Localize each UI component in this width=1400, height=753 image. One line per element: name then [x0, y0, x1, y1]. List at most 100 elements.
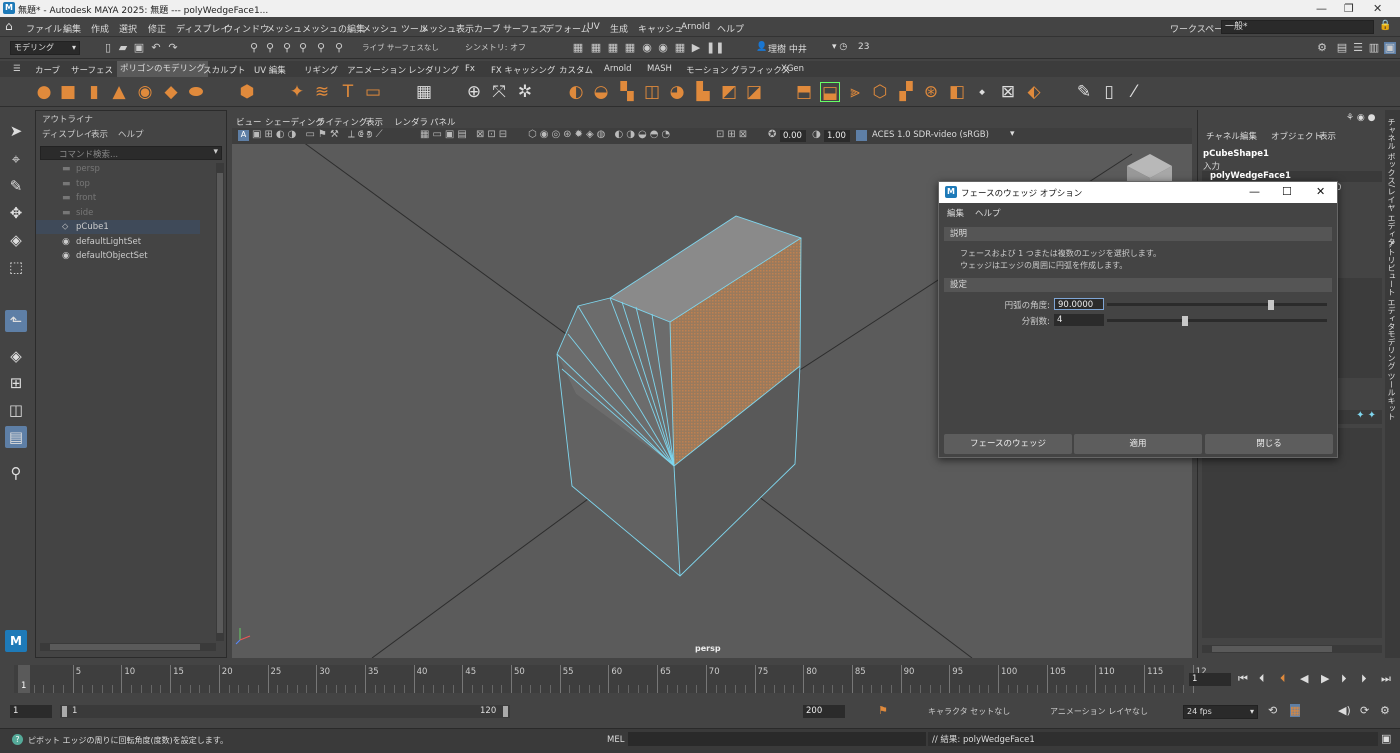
cb-menu-object[interactable]: オブジェクト — [1271, 130, 1322, 142]
center-pivot-icon[interactable]: ⊕ — [464, 82, 484, 102]
arc-angle-field[interactable]: 90.0000 — [1054, 298, 1104, 310]
menu-mesh-display[interactable]: メッシュ表示 — [420, 22, 474, 35]
outliner-item[interactable]: ◉ defaultObjectSet — [36, 249, 200, 263]
connect-icon[interactable]: ◧ — [947, 82, 967, 102]
shelf-tab-motion-graphics[interactable]: モーション グラフィックス — [686, 64, 790, 76]
poly-sphere-icon[interactable]: ● — [34, 82, 54, 102]
shelf-tab-fx-caching[interactable]: FX キャッシング — [491, 64, 555, 76]
render-settings-icon[interactable]: ▦ — [624, 42, 636, 54]
arnold-ipr-icon[interactable]: ▦ — [674, 42, 686, 54]
two-layout-icon[interactable]: ◫ — [5, 399, 27, 421]
clock-icon[interactable]: ▾ ◷ — [832, 42, 847, 52]
anim-layer-dropdown[interactable]: アニメーション レイヤなし — [1050, 706, 1148, 717]
step-back-key-icon[interactable]: ⏴ — [1280, 672, 1286, 686]
fill-hole-icon[interactable]: ◩ — [719, 82, 739, 102]
anim-start-field[interactable]: 1 — [10, 705, 52, 718]
delete-history-icon[interactable]: ✲ — [515, 82, 535, 102]
shading-icons[interactable]: ⬡◉◎⊛✹◈◍ ◐◑◒◓◔ — [528, 129, 673, 140]
dialog-minimize-button[interactable]: — — [1249, 185, 1260, 198]
target-weld-icon[interactable]: ⊛ — [921, 82, 941, 102]
vp-menu-panels[interactable]: パネル — [430, 116, 456, 128]
layer-new-icons[interactable]: ✦ ✦ — [1356, 410, 1376, 421]
colorspace-label[interactable]: ACES 1.0 SDR-video (sRGB) — [872, 130, 989, 140]
menu-curves[interactable]: カーブ — [474, 22, 500, 35]
dialog-close-icon[interactable]: ✕ — [1316, 185, 1325, 198]
edge-loop-icon[interactable]: ⬩ — [972, 82, 992, 102]
menu-mesh-tools[interactable]: メッシュ ツール — [362, 22, 428, 35]
rotate-tool-icon[interactable]: ◈ — [5, 229, 27, 251]
vp-menu-renderer[interactable]: レンダラ — [394, 116, 428, 128]
pause-render-icon[interactable]: ❚❚ — [706, 42, 724, 54]
menu-generate[interactable]: 生成 — [610, 22, 628, 35]
fps-dropdown[interactable]: 24 fps ▾ — [1183, 705, 1258, 719]
render-icon[interactable]: ▦ — [572, 42, 584, 54]
hypershade-icon[interactable]: ◉ — [641, 42, 653, 54]
select-by-object-icon[interactable]: ⚲ — [264, 42, 276, 54]
character-set-dropdown[interactable]: キャラクタ セットなし — [928, 706, 1010, 717]
separate-icon[interactable]: ◕ — [667, 82, 687, 102]
arc-angle-slider-handle[interactable] — [1267, 300, 1274, 310]
menuset-dropdown[interactable]: モデリング ▾ — [10, 41, 80, 55]
cb-shape-name[interactable]: pCubeShape1 — [1203, 149, 1269, 159]
isolate-icons[interactable]: ⊡⊞⊠ — [716, 129, 750, 140]
extract-icon[interactable]: ▙ — [693, 82, 713, 102]
last-tool-icon[interactable]: ⬑ — [5, 310, 27, 332]
close-button[interactable]: 閉じる — [1205, 434, 1333, 454]
vp-menu-view[interactable]: ビュー — [236, 116, 262, 128]
single-layout-icon[interactable]: ◈ — [5, 345, 27, 367]
smooth-icon[interactable]: ◐ — [566, 82, 586, 102]
symmetry-label[interactable]: シンメトリ: オフ — [465, 42, 526, 53]
shelf-tab-uv-editing[interactable]: UV 編集 — [254, 64, 286, 76]
menu-edit-mesh[interactable]: メッシュの編集 — [302, 22, 365, 35]
new-scene-icon[interactable]: ▯ — [102, 42, 114, 54]
outliner-item[interactable]: ▬ top — [36, 177, 200, 191]
shelf-tab-rigging[interactable]: リギング — [304, 64, 338, 76]
user-name[interactable]: 理樹 中井 — [768, 42, 807, 55]
close-window-button[interactable]: ✕ — [1373, 2, 1382, 15]
reduce-icon[interactable]: ◒ — [591, 82, 611, 102]
outliner-scrollbar[interactable] — [216, 163, 224, 641]
user-icon[interactable]: 👤 — [756, 42, 767, 52]
outliner-menu-help[interactable]: ヘルプ — [118, 128, 144, 140]
shelf-menu-icon[interactable]: ☰ — [13, 64, 21, 74]
lasso-tool-icon[interactable]: ⌖ — [5, 148, 27, 170]
search-icon[interactable]: ⚲ — [5, 462, 27, 484]
dialog-menu-help[interactable]: ヘルプ — [975, 207, 1001, 219]
shelf-tab-custom[interactable]: カスタム — [559, 64, 593, 76]
open-scene-icon[interactable]: ▰ — [117, 42, 129, 54]
auto-seams-icon[interactable]: ⁄ — [1124, 82, 1144, 102]
pcube-mesh[interactable] — [556, 215, 802, 577]
auto-key-icon[interactable]: ⚑ — [878, 704, 888, 717]
playback-range-bar[interactable]: 1 120 — [60, 705, 510, 718]
shelf-tab-animation[interactable]: アニメーション — [347, 64, 406, 76]
extrude-icon[interactable]: ⬒ — [794, 82, 814, 102]
poly-cube-icon[interactable]: ■ — [58, 82, 78, 102]
select-camera-icon[interactable]: A — [238, 130, 249, 141]
outliner-item[interactable]: ⬦ pCube1 — [36, 220, 200, 234]
play-render-icon[interactable]: ▶ — [690, 42, 702, 54]
frame-rate-icon[interactable]: ⟳ — [1360, 704, 1369, 717]
save-scene-icon[interactable]: ▣ — [133, 42, 145, 54]
cb-menu-edit[interactable]: 編集 — [1240, 130, 1257, 142]
live-surface-label[interactable]: ライブ サーフェスなし — [362, 42, 439, 53]
menu-select[interactable]: 選択 — [119, 22, 137, 35]
shelf-tab-fx[interactable]: Fx — [465, 64, 475, 74]
outliner-search-input[interactable]: コマンド検索... ▾ — [40, 146, 222, 160]
shelf-tab-sculpt[interactable]: スカルプト — [203, 64, 246, 76]
apply-button[interactable]: 適用 — [1074, 434, 1202, 454]
freeze-transform-icon[interactable]: ⤧ — [489, 82, 509, 102]
description-frame-header[interactable]: 説明 — [944, 227, 1332, 241]
undo-icon[interactable]: ↶ — [150, 42, 162, 54]
loop-icon[interactable]: ⟲ — [1268, 704, 1277, 717]
channel-box-icon[interactable]: ▥ — [1368, 42, 1380, 54]
snap-grid-icon[interactable]: ⚲ — [297, 42, 309, 54]
menu-cache[interactable]: キャッシュ — [638, 22, 683, 35]
snap-point-icon[interactable]: ⚲ — [333, 42, 345, 54]
workspace-dropdown[interactable]: 一般* — [1221, 20, 1374, 34]
menu-display[interactable]: ディスプレイ — [176, 22, 229, 35]
step-forward-key-icon[interactable]: ⏵ — [1341, 672, 1347, 686]
range-end-handle[interactable] — [503, 706, 508, 717]
step-back-icon[interactable]: ⏴ — [1259, 672, 1265, 686]
insert-loop-icon[interactable]: ⬖ — [1024, 82, 1044, 102]
play-backwards-icon[interactable]: ◀ — [1300, 672, 1308, 685]
